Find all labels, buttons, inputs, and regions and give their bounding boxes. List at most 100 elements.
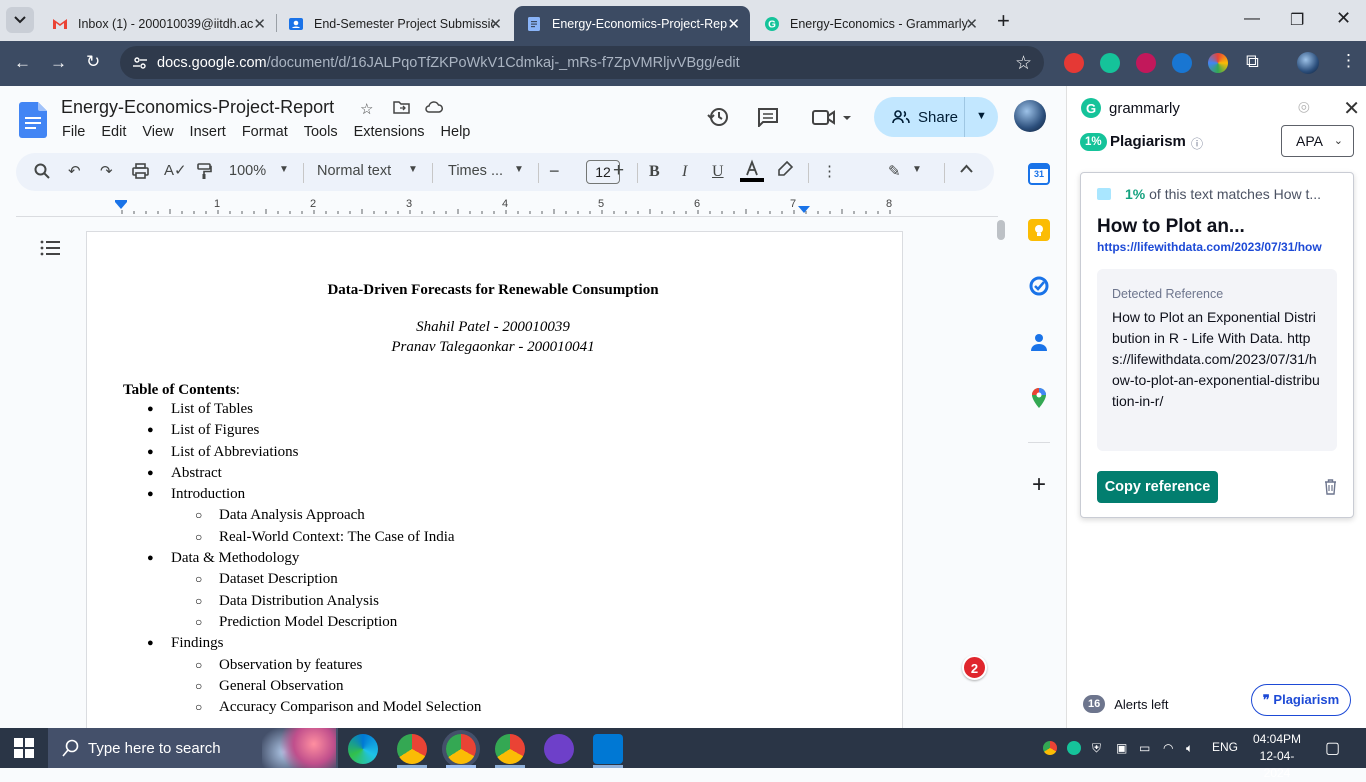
extensions-puzzle-icon[interactable]: ⧉ <box>1246 51 1259 72</box>
paint-format-icon[interactable] <box>196 163 212 180</box>
tray-grammarly-icon[interactable] <box>1067 741 1081 755</box>
windows-start-icon[interactable] <box>14 738 34 758</box>
cloud-saved-icon[interactable] <box>425 100 443 113</box>
citation-style-select[interactable]: APA ⌄ <box>1281 125 1354 157</box>
chevron-down-icon[interactable]: ▼ <box>514 164 524 175</box>
menu-edit[interactable]: Edit <box>101 124 126 140</box>
increase-font-size-button[interactable]: + <box>613 160 624 182</box>
close-tab-icon[interactable]: ✕ <box>489 15 502 33</box>
menu-help[interactable]: Help <box>441 124 471 140</box>
browser-tab-docs-active[interactable]: Energy-Economics-Project-Rep ✕ <box>514 6 750 41</box>
site-settings-icon[interactable] <box>132 55 148 71</box>
minimize-button[interactable]: — <box>1244 10 1260 28</box>
close-tab-icon[interactable]: ✕ <box>727 15 740 33</box>
plagiarism-button[interactable]: ❞ Plagiarism <box>1251 684 1351 716</box>
search-menus-icon[interactable] <box>34 163 50 179</box>
maps-icon[interactable] <box>1028 387 1050 409</box>
docs-logo-icon[interactable] <box>19 102 47 138</box>
share-button[interactable]: Share ▼ <box>874 97 998 137</box>
chevron-down-icon[interactable]: ▼ <box>408 164 418 175</box>
chrome-active-icon[interactable] <box>446 734 476 764</box>
battery-icon[interactable]: ▭ <box>1139 741 1150 755</box>
language-indicator[interactable]: ENG <box>1212 740 1238 754</box>
menu-tools[interactable]: Tools <box>304 124 338 140</box>
document-title[interactable]: Energy-Economics-Project-Report <box>61 97 334 118</box>
goals-target-icon[interactable]: ◎ <box>1298 98 1310 115</box>
zoom-select[interactable]: 100% <box>229 163 266 179</box>
extension-color-icon[interactable] <box>1208 53 1228 73</box>
restore-button[interactable]: ❐ <box>1290 10 1304 30</box>
share-dropdown-icon[interactable]: ▼ <box>976 110 987 122</box>
browser-tab-grammarly[interactable]: G Energy-Economics - Grammarly ✕ <box>752 6 988 41</box>
undo-icon[interactable]: ↶ <box>68 162 81 180</box>
document-outline-icon[interactable] <box>40 240 60 256</box>
copy-reference-button[interactable]: Copy reference <box>1097 471 1218 503</box>
extension-blue-icon[interactable] <box>1172 53 1192 73</box>
browser-menu-icon[interactable]: ⋮ <box>1340 51 1357 71</box>
close-tab-icon[interactable]: ✕ <box>965 15 978 33</box>
italic-button[interactable]: I <box>682 163 687 181</box>
contacts-icon[interactable] <box>1028 331 1050 353</box>
forward-arrow-icon[interactable]: → <box>50 53 67 73</box>
plagiarism-match-card[interactable]: 1% of this text matches How t... How to … <box>1080 172 1354 518</box>
bookmark-star-icon[interactable]: ☆ <box>1015 52 1032 75</box>
chevron-down-icon[interactable]: ▼ <box>912 164 922 175</box>
notifications-icon[interactable]: ▢ <box>1325 738 1340 758</box>
browser-tab-gmail[interactable]: Inbox (1) - 200010039@iitdh.ac ✕ <box>40 6 276 41</box>
reload-icon[interactable]: ↻ <box>86 52 100 72</box>
tasks-icon[interactable] <box>1028 275 1050 297</box>
scrollbar-thumb[interactable] <box>997 220 1005 240</box>
keep-icon[interactable] <box>1028 219 1050 241</box>
star-icon[interactable]: ☆ <box>360 100 373 118</box>
text-color-icon[interactable] <box>740 159 764 183</box>
paragraph-style-select[interactable]: Normal text <box>317 163 391 179</box>
menu-file[interactable]: File <box>62 124 85 140</box>
spellcheck-icon[interactable]: A✓ <box>164 161 187 179</box>
extension-red-icon[interactable] <box>1064 53 1084 73</box>
trash-icon[interactable] <box>1324 479 1337 495</box>
menu-extensions[interactable]: Extensions <box>354 124 425 140</box>
bold-button[interactable]: B <box>649 163 660 181</box>
new-tab-button[interactable]: + <box>997 8 1010 34</box>
source-link[interactable]: https://lifewithdata.com/2023/07/31/how <box>1097 240 1322 254</box>
tray-security-icon[interactable]: ⛨ <box>1092 741 1101 756</box>
meet-camera-icon[interactable] <box>812 108 852 126</box>
add-addon-button[interactable]: + <box>1028 473 1050 497</box>
close-window-button[interactable]: ✕ <box>1336 8 1351 29</box>
more-options-icon[interactable]: ⋮ <box>822 162 837 180</box>
comments-icon[interactable] <box>757 107 779 127</box>
chrome-icon[interactable] <box>397 734 427 764</box>
document-body[interactable]: Data-Driven Forecasts for Renewable Cons… <box>123 280 863 718</box>
wifi-icon[interactable]: ◠ <box>1163 741 1173 755</box>
menu-insert[interactable]: Insert <box>190 124 226 140</box>
account-avatar[interactable] <box>1014 100 1046 132</box>
taskbar-search[interactable]: Type here to search <box>48 728 338 768</box>
profile-avatar[interactable] <box>1297 52 1319 74</box>
extension-grammarly-icon[interactable] <box>1100 53 1120 73</box>
notification-badge[interactable]: 2 <box>962 655 987 680</box>
system-clock[interactable]: 04:04PM 12-04-2024 <box>1253 731 1301 782</box>
document-page[interactable]: Data-Driven Forecasts for Renewable Cons… <box>86 231 903 768</box>
back-arrow-icon[interactable]: ← <box>14 53 31 73</box>
vscode-icon[interactable] <box>593 734 623 764</box>
move-folder-icon[interactable] <box>393 100 410 114</box>
edge-icon[interactable] <box>348 734 378 764</box>
tray-chrome-icon[interactable] <box>1043 741 1057 755</box>
extension-pink-icon[interactable] <box>1136 53 1156 73</box>
editing-mode-pencil-icon[interactable]: ✎ <box>888 162 901 180</box>
horizontal-ruler[interactable]: 1 2 3 4 5 6 7 8 <box>86 196 902 216</box>
underline-button[interactable]: U <box>712 163 724 181</box>
font-family-select[interactable]: Times ... <box>448 163 503 179</box>
collapse-menus-icon[interactable] <box>960 164 973 173</box>
highlight-color-icon[interactable] <box>776 160 794 178</box>
close-tab-icon[interactable]: ✕ <box>253 15 266 33</box>
tray-display-icon[interactable]: ▣ <box>1116 741 1127 755</box>
volume-icon[interactable]: 🔈︎ <box>1186 741 1193 756</box>
print-icon[interactable] <box>132 163 149 179</box>
version-history-icon[interactable] <box>707 106 729 128</box>
redo-icon[interactable]: ↷ <box>100 162 113 180</box>
close-icon[interactable]: ✕ <box>1343 96 1360 121</box>
browser-tab-classroom[interactable]: End-Semester Project Submissio ✕ <box>276 6 512 41</box>
chevron-down-icon[interactable]: ▼ <box>279 164 289 175</box>
address-bar[interactable]: docs.google.com/document/d/16JALPqoTfZKP… <box>120 46 1044 79</box>
